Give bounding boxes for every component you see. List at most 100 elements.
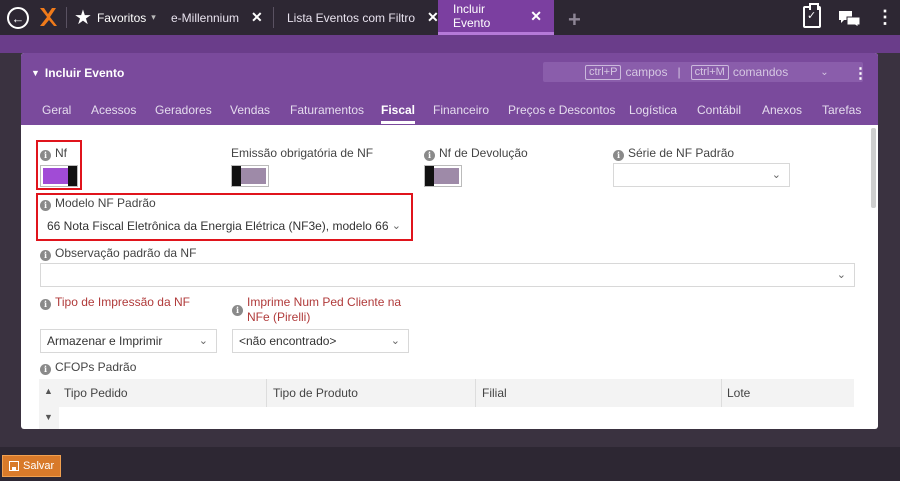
column-header-filial[interactable]: Filial bbox=[482, 379, 507, 407]
tipo-impressao-select[interactable]: Armazenar e Imprimir ⌄ bbox=[40, 329, 217, 353]
info-icon: i bbox=[40, 150, 51, 161]
separator bbox=[66, 7, 67, 28]
tab-fiscal[interactable]: Fiscal bbox=[381, 103, 416, 124]
cfops-label: i CFOPs Padrão bbox=[40, 360, 136, 375]
shortcut-key-commands: ctrl+M bbox=[690, 64, 729, 80]
tab-label: Lista Eventos com Filtro bbox=[287, 10, 416, 25]
save-icon bbox=[9, 461, 19, 471]
chevron-down-icon: ⌄ bbox=[836, 269, 846, 281]
clipboard-check-icon[interactable]: ✓ bbox=[803, 3, 821, 28]
panel-title[interactable]: ▼ Incluir Evento bbox=[31, 66, 124, 80]
imprime-num-label-line2: NFe (Pirelli) bbox=[247, 310, 311, 324]
panel-title-text: Incluir Evento bbox=[44, 66, 125, 80]
modelo-label-text: Modelo NF Padrão bbox=[55, 196, 156, 210]
info-icon: i bbox=[40, 250, 51, 261]
tab-financeiro[interactable]: Financeiro bbox=[433, 103, 489, 117]
incluir-evento-panel: ▼ Incluir Evento ctrl+P campos | ctrl+M … bbox=[21, 53, 878, 429]
table-row[interactable] bbox=[59, 407, 854, 429]
imprime-num-label: i Imprime Num Ped Cliente na NFe (Pirell… bbox=[232, 295, 401, 325]
favorites-label: Favoritos bbox=[96, 10, 147, 25]
back-arrow-icon[interactable]: ← bbox=[7, 7, 29, 29]
panel-header: ▼ Incluir Evento ctrl+P campos | ctrl+M … bbox=[21, 53, 878, 125]
tipo-impressao-value: Armazenar e Imprimir bbox=[47, 334, 163, 348]
nf-toggle[interactable] bbox=[40, 165, 78, 187]
close-icon[interactable]: ✕ bbox=[251, 9, 263, 26]
tab-faturamentos[interactable]: Faturamentos bbox=[290, 103, 364, 117]
tab-vendas[interactable]: Vendas bbox=[230, 103, 270, 117]
observacao-select[interactable]: ⌄ bbox=[40, 263, 855, 287]
shortcut-label-commands: comandos bbox=[732, 65, 789, 79]
column-header-lote[interactable]: Lote bbox=[727, 379, 750, 407]
chevron-down-icon: ▾ bbox=[151, 12, 156, 22]
save-button[interactable]: Salvar bbox=[2, 455, 62, 477]
emissao-toggle[interactable] bbox=[231, 165, 269, 187]
tab-logistica[interactable]: Logística bbox=[629, 103, 677, 117]
shortcut-separator: | bbox=[677, 65, 681, 79]
tab-contabil[interactable]: Contábil bbox=[697, 103, 741, 117]
add-tab-icon[interactable]: + bbox=[568, 7, 581, 33]
chevron-down-icon: ⌄ bbox=[390, 335, 400, 347]
shortcut-search[interactable]: ctrl+P campos | ctrl+M comandos ⌄ bbox=[543, 62, 863, 82]
cfops-grid: ▲ ▼ Tipo Pedido Tipo de Produto Filial L… bbox=[39, 379, 854, 429]
toggle-knob bbox=[68, 166, 77, 186]
info-icon: i bbox=[40, 299, 51, 310]
column-header-tipo-produto[interactable]: Tipo de Produto bbox=[273, 379, 358, 407]
panel-more-icon[interactable]: ⋮ bbox=[853, 64, 868, 82]
nf-devolucao-label-text: Nf de Devolução bbox=[439, 146, 528, 160]
tab-lista-eventos[interactable]: Lista Eventos com Filtro ✕ bbox=[287, 0, 439, 35]
imprime-num-select[interactable]: <não encontrado> ⌄ bbox=[232, 329, 409, 353]
chat-icon[interactable] bbox=[838, 10, 862, 32]
observacao-label-text: Observação padrão da NF bbox=[55, 246, 197, 260]
chevron-down-icon: ⌄ bbox=[391, 220, 401, 232]
serie-label-text: Série de NF Padrão bbox=[628, 146, 735, 160]
tab-acessos[interactable]: Acessos bbox=[91, 103, 136, 117]
column-header-tipo-pedido[interactable]: Tipo Pedido bbox=[64, 379, 128, 407]
emissao-label: Emissão obrigatória de NF bbox=[231, 146, 374, 160]
tab-label: Incluir Evento bbox=[453, 2, 491, 30]
footer-bar bbox=[0, 447, 900, 481]
chevron-down-icon[interactable]: ⌄ bbox=[820, 67, 828, 78]
modelo-select[interactable]: 66 Nota Fiscal Eletrônica da Energia Elé… bbox=[40, 214, 410, 238]
tipo-impressao-label: i Tipo de Impressão da NF bbox=[40, 295, 190, 310]
app-logo-icon[interactable] bbox=[38, 6, 58, 28]
info-icon: i bbox=[232, 304, 243, 316]
save-button-label: Salvar bbox=[23, 460, 55, 472]
tab-geradores[interactable]: Geradores bbox=[155, 103, 212, 117]
nf-devolucao-toggle[interactable] bbox=[424, 165, 462, 187]
imprime-num-label-line1: Imprime Num Ped Cliente na bbox=[247, 295, 402, 309]
modelo-label: i Modelo NF Padrão bbox=[40, 196, 156, 211]
chevron-down-icon: ⌄ bbox=[198, 335, 208, 347]
serie-label: i Série de NF Padrão bbox=[613, 146, 734, 161]
form-tabs: Geral Acessos Geradores Vendas Faturamen… bbox=[21, 103, 878, 125]
sort-desc-icon[interactable]: ▼ bbox=[44, 412, 53, 422]
toggle-knob bbox=[232, 166, 241, 186]
shortcut-label-fields: campos bbox=[625, 65, 668, 79]
favorites-menu[interactable]: ★ Favoritos ▾ bbox=[74, 0, 156, 35]
nf-label: i Nf bbox=[40, 146, 67, 161]
chevron-down-icon: ⌄ bbox=[771, 169, 781, 181]
serie-select[interactable]: ⌄ bbox=[613, 163, 790, 187]
shortcut-key-fields: ctrl+P bbox=[585, 64, 622, 80]
info-icon: i bbox=[40, 364, 51, 375]
info-icon: i bbox=[613, 150, 624, 161]
close-icon[interactable]: ✕ bbox=[530, 8, 542, 25]
toggle-knob bbox=[425, 166, 434, 186]
cfops-label-text: CFOPs Padrão bbox=[55, 360, 137, 374]
sort-asc-icon[interactable]: ▲ bbox=[44, 386, 53, 396]
more-options-icon[interactable]: ⋮ bbox=[876, 8, 894, 26]
scrollbar[interactable] bbox=[871, 128, 876, 208]
star-icon: ★ bbox=[74, 6, 92, 29]
tab-anexos[interactable]: Anexos bbox=[762, 103, 802, 117]
info-icon: i bbox=[40, 200, 51, 211]
tab-incluir-evento[interactable]: Incluir Evento ✕ bbox=[438, 0, 554, 35]
separator bbox=[273, 7, 274, 28]
observacao-label: i Observação padrão da NF bbox=[40, 246, 196, 261]
nf-label-text: Nf bbox=[55, 146, 67, 160]
tab-precos-descontos[interactable]: Preços e Descontos bbox=[508, 103, 615, 117]
collapse-icon: ▼ bbox=[31, 68, 40, 78]
tab-e-millennium[interactable]: e-Millennium ✕ bbox=[171, 0, 263, 35]
imprime-num-value: <não encontrado> bbox=[239, 334, 337, 348]
tab-tarefas[interactable]: Tarefas bbox=[822, 103, 861, 117]
top-bar: ← ★ Favoritos ▾ e-Millennium ✕ Lista Eve… bbox=[0, 0, 900, 35]
tab-geral[interactable]: Geral bbox=[42, 103, 71, 117]
